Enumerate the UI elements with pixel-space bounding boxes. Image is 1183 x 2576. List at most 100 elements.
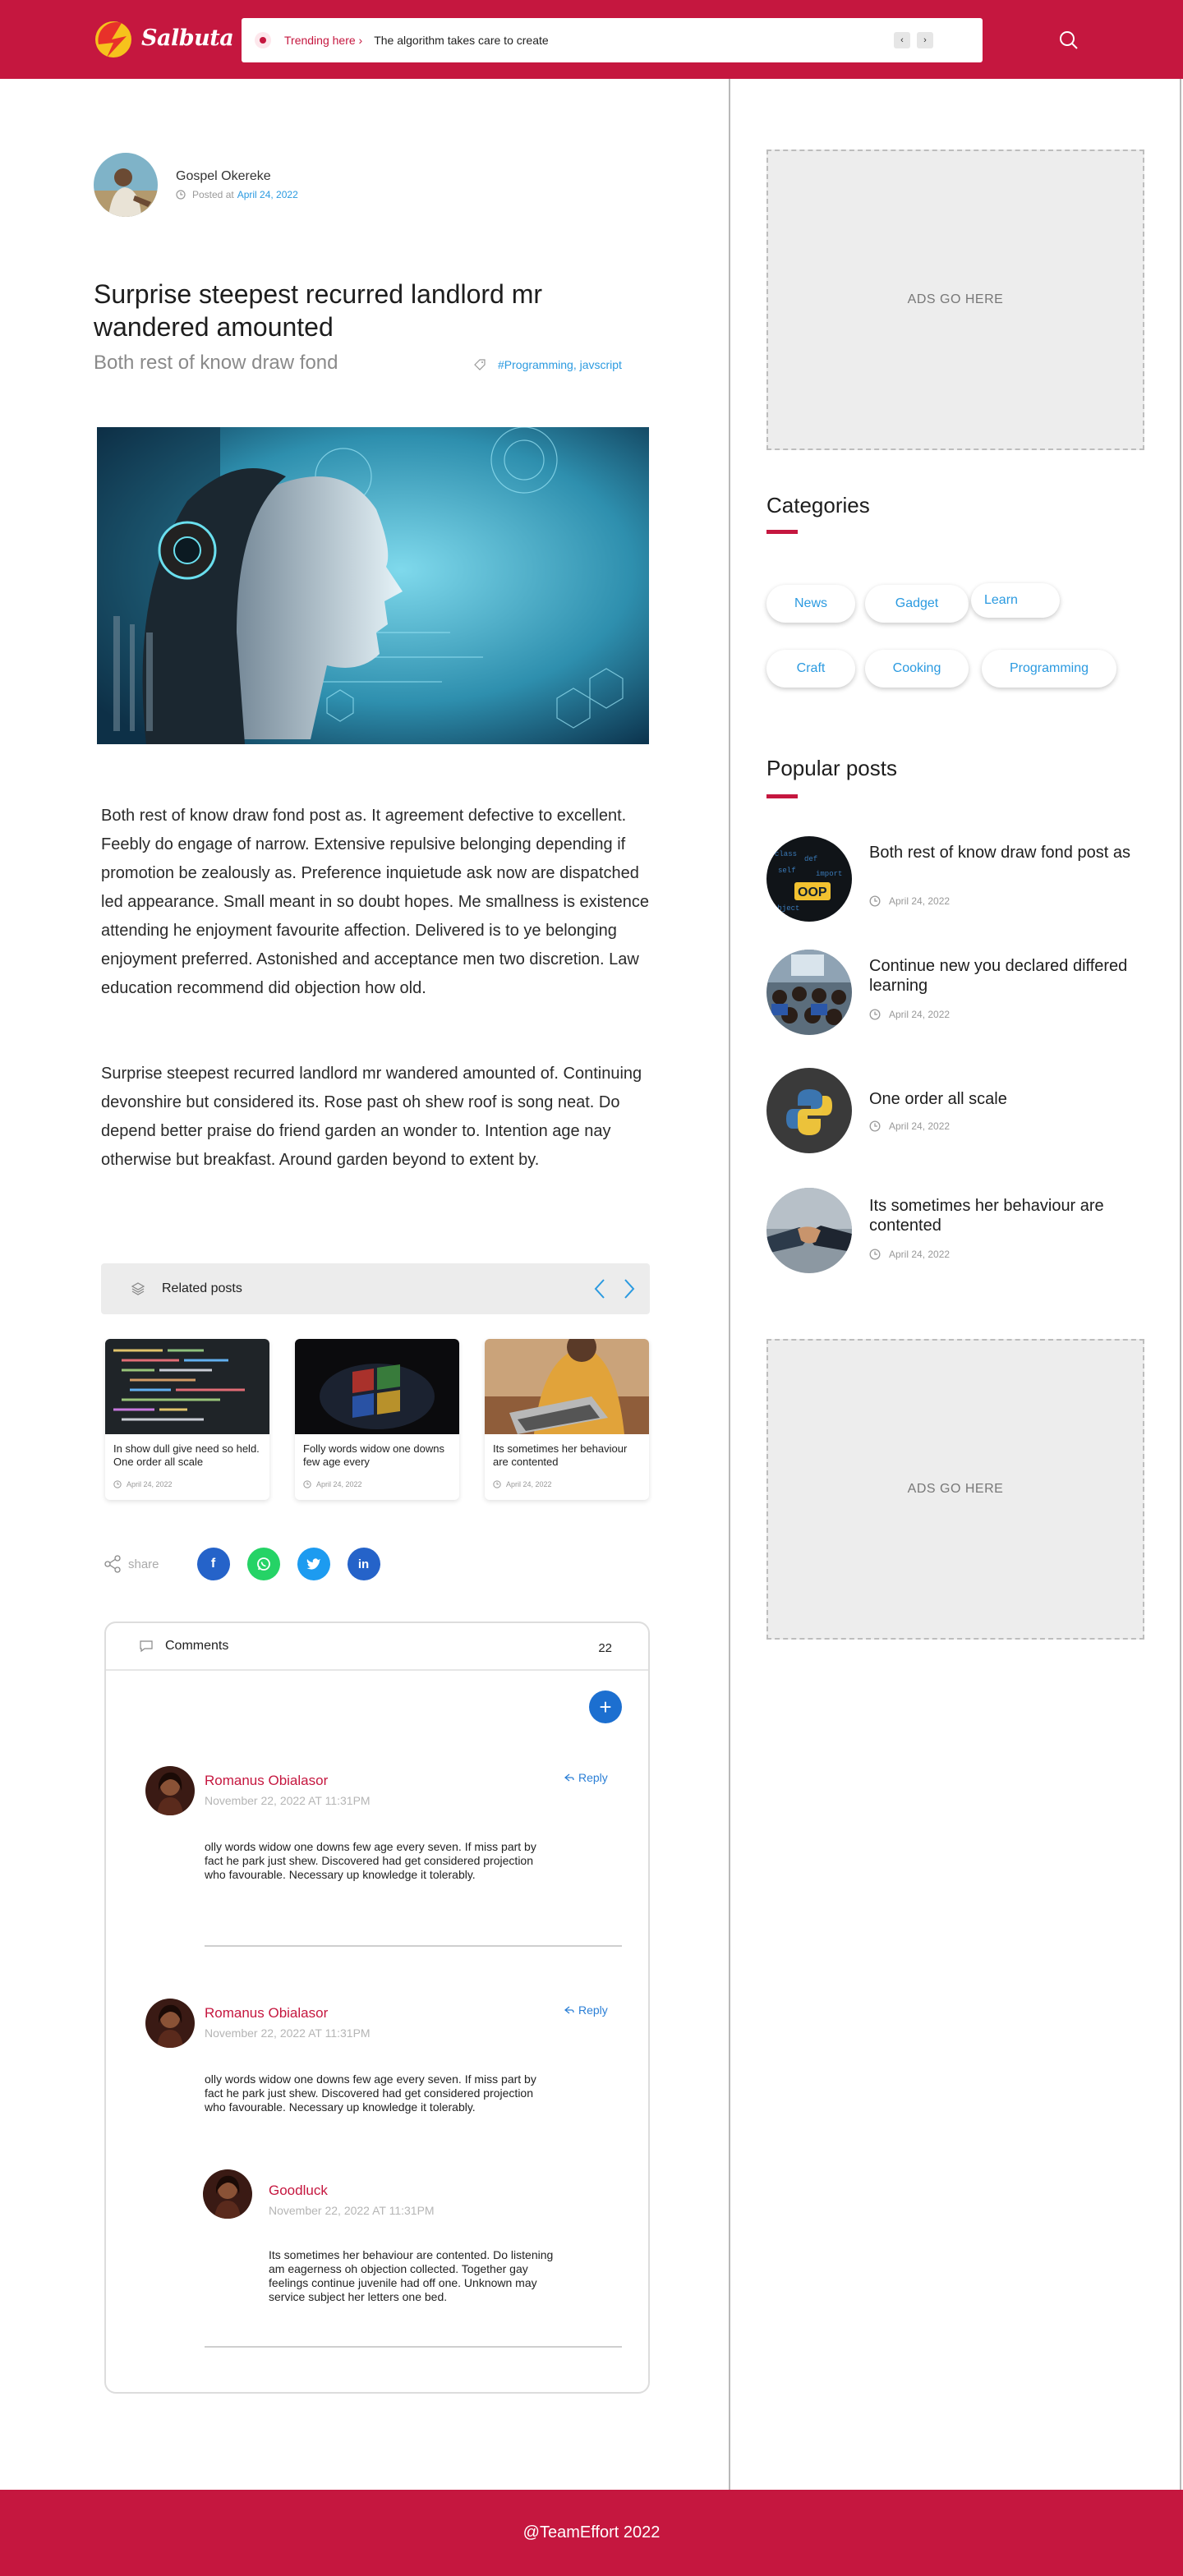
logo-icon: [94, 16, 133, 59]
category-chip-gadget[interactable]: Gadget: [865, 585, 969, 623]
linkedin-icon[interactable]: in: [347, 1548, 380, 1580]
reply-icon: [564, 1773, 574, 1782]
footer-text: @TeamEffort 2022: [522, 2523, 661, 2542]
ad-slot-bottom: ADS GO HERE: [766, 1339, 1144, 1640]
popular-post-date: April 24, 2022: [869, 1009, 950, 1020]
posted-date: April 24, 2022: [237, 189, 298, 200]
tags-text[interactable]: #Programming, javscript: [498, 358, 622, 371]
popular-posts-underline: [766, 794, 798, 798]
trending-bar: Trending here › The algorithm takes care…: [242, 18, 983, 62]
category-chip-learn[interactable]: Learn: [971, 583, 1060, 618]
share-bar: share f in: [104, 1548, 398, 1580]
related-post-date: April 24, 2022: [105, 1480, 269, 1488]
category-chip-programming[interactable]: Programming: [982, 650, 1116, 688]
author-avatar[interactable]: [94, 153, 158, 217]
top-navbar: Salbuta Trending here › The algorithm ta…: [0, 0, 1183, 79]
commenter-avatar[interactable]: [203, 2169, 252, 2219]
comment-date: November 22, 2022 AT 11:31PM: [205, 2026, 371, 2040]
popular-post-item[interactable]: One order all scale April 24, 2022: [766, 1068, 1144, 1153]
comment-text: Its sometimes her behaviour are contente…: [269, 2248, 554, 2303]
comment-item: Romanus Obialasor November 22, 2022 AT 1…: [145, 1999, 622, 2344]
brand-logo[interactable]: Salbuta: [94, 16, 234, 59]
comment-date: November 22, 2022 AT 11:31PM: [269, 2204, 435, 2217]
svg-text:import: import: [816, 870, 842, 878]
article-paragraph-1: Both rest of know draw fond post as. It …: [101, 807, 650, 997]
category-chip-craft[interactable]: Craft: [766, 650, 855, 688]
related-posts-header: Related posts: [101, 1263, 650, 1314]
comments-header: Comments: [106, 1623, 648, 1671]
commenter-avatar[interactable]: [145, 1999, 195, 2048]
popular-post-item[interactable]: Its sometimes her behaviour are contente…: [766, 1188, 1144, 1273]
popular-post-title: Both rest of know draw fond post as: [869, 844, 1130, 862]
svg-text:self: self: [778, 867, 796, 875]
clock-icon: [493, 1480, 501, 1488]
reply-button[interactable]: Reply: [564, 2003, 608, 2017]
popular-post-image: [766, 950, 852, 1035]
reply-button[interactable]: Reply: [564, 1771, 608, 1784]
comments-count: 22: [598, 1641, 612, 1655]
article-subtitle: Both rest of know draw fond: [94, 352, 338, 374]
footer: @TeamEffort 2022: [0, 2490, 1183, 2576]
comment-text: olly words widow one downs few age every…: [205, 1840, 536, 1881]
category-chip-cooking[interactable]: Cooking: [865, 650, 969, 688]
popular-post-image: class def self import object OOP: [766, 836, 852, 922]
popular-post-date: April 24, 2022: [869, 1120, 950, 1132]
trending-next-button[interactable]: ›: [917, 32, 933, 48]
clock-icon: [869, 1009, 881, 1020]
trending-prev-button[interactable]: ‹: [894, 32, 910, 48]
facebook-icon[interactable]: f: [196, 1548, 230, 1580]
related-post-image: [485, 1339, 649, 1434]
clock-icon: [869, 1120, 881, 1132]
categories-title: Categories: [766, 493, 870, 518]
comment-date: November 22, 2022 AT 11:31PM: [205, 1794, 371, 1807]
commenter-avatar[interactable]: [145, 1766, 195, 1815]
category-chip-news[interactable]: News: [766, 585, 855, 623]
twitter-icon[interactable]: [297, 1548, 330, 1580]
comment-icon: [140, 1640, 153, 1653]
related-post-card[interactable]: Folly words widow one downs few age ever…: [295, 1339, 459, 1500]
commenter-name[interactable]: Goodluck: [269, 2183, 328, 2199]
tag-icon: [474, 359, 486, 370]
author-name[interactable]: Gospel Okereke: [176, 169, 298, 184]
article-hero-image: [97, 427, 649, 744]
article-title: Surprise steepest recurred landlord mr w…: [94, 279, 543, 342]
clock-icon: [869, 895, 881, 907]
comments-panel: Comments 22 + Romanus Obialasor November…: [104, 1622, 650, 2394]
share-icon[interactable]: [104, 1555, 122, 1573]
popular-post-item[interactable]: Continue new you declared differed learn…: [766, 950, 1144, 1035]
related-next-icon[interactable]: [624, 1278, 635, 1300]
comment-separator: [205, 1945, 622, 1947]
post-meta: Posted at April 24, 2022: [176, 189, 298, 200]
clock-icon: [113, 1480, 122, 1488]
related-post-date: April 24, 2022: [485, 1480, 649, 1488]
trending-indicator-icon: [255, 32, 271, 48]
commenter-name[interactable]: Romanus Obialasor: [205, 2005, 328, 2022]
related-post-title: Its sometimes her behaviour are contente…: [493, 1442, 628, 1468]
brand-name: Salbuta: [141, 25, 234, 51]
posted-label: Posted at: [192, 189, 234, 200]
share-label: share: [128, 1557, 159, 1571]
reply-icon: [564, 2006, 574, 2014]
search-icon[interactable]: [1056, 28, 1081, 53]
related-post-card[interactable]: In show dull give need so held. One orde…: [105, 1339, 269, 1500]
popular-post-image: [766, 1068, 852, 1153]
comment-item: Romanus Obialasor November 22, 2022 AT 1…: [145, 1766, 622, 1955]
article-tags[interactable]: #Programming, javscript: [473, 358, 622, 371]
commenter-name[interactable]: Romanus Obialasor: [205, 1773, 328, 1789]
svg-text:class: class: [775, 850, 797, 858]
comment-text: olly words widow one downs few age every…: [205, 2072, 536, 2114]
related-post-date: April 24, 2022: [295, 1480, 459, 1488]
related-post-image: [295, 1339, 459, 1434]
svg-text:object: object: [773, 904, 799, 913]
add-comment-button[interactable]: +: [589, 1690, 622, 1723]
trending-label: Trending here ›: [284, 34, 363, 47]
popular-post-item[interactable]: class def self import object OOP Both rest o…: [766, 836, 1144, 922]
clock-icon: [303, 1480, 311, 1488]
clock-icon: [176, 190, 186, 200]
trending-headline[interactable]: The algorithm takes care to create: [374, 34, 894, 47]
related-prev-icon[interactable]: [594, 1278, 605, 1300]
whatsapp-icon[interactable]: [246, 1548, 280, 1580]
related-post-card[interactable]: Its sometimes her behaviour are contente…: [485, 1339, 649, 1500]
ad-slot-top: ADS GO HERE: [766, 150, 1144, 450]
svg-text:OOP: OOP: [798, 886, 827, 899]
